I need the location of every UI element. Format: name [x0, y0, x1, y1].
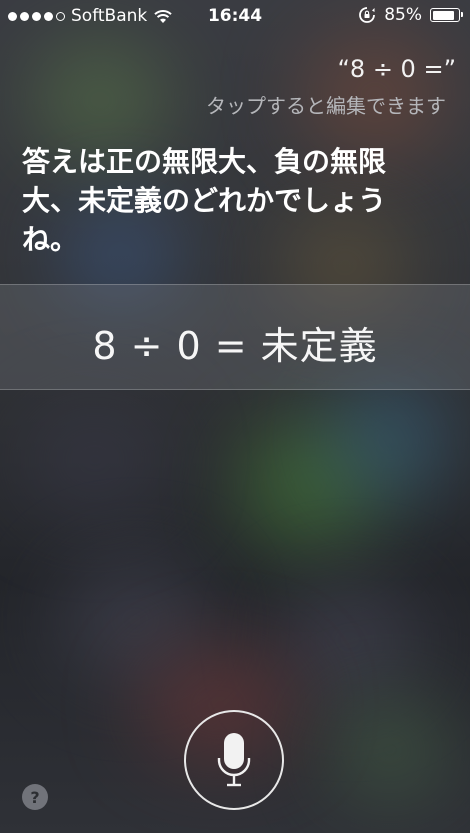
- rotation-lock-icon: [359, 7, 376, 23]
- siri-query-text[interactable]: “8 ÷ 0 =”: [337, 55, 456, 83]
- siri-answer: 答えは正の無限大、負の無限 大、未定義のどれかでしょう ね。: [22, 142, 422, 259]
- tap-to-edit-hint[interactable]: タップすると編集できます: [206, 90, 446, 119]
- blurred-home-screen-background: [0, 0, 470, 833]
- status-right: 85%: [358, 5, 463, 25]
- battery-percentage: 85%: [384, 5, 422, 25]
- siri-answer-line: 答えは正の無限大、負の無限: [22, 145, 387, 178]
- calculation-result: 8 ÷ 0 = 未定義: [92, 324, 378, 368]
- battery-icon: [430, 8, 463, 22]
- help-button[interactable]: ?: [22, 784, 48, 810]
- siri-answer-line: 大、未定義のどれかでしょう: [22, 184, 387, 217]
- microphone-icon: [217, 733, 251, 787]
- calculation-result-panel: 8 ÷ 0 = 未定義: [0, 284, 470, 390]
- status-bar: SoftBank 16:44 85%: [0, 0, 470, 34]
- siri-answer-line: ね。: [22, 223, 79, 256]
- microphone-button[interactable]: [184, 710, 284, 810]
- battery-fill: [432, 10, 454, 20]
